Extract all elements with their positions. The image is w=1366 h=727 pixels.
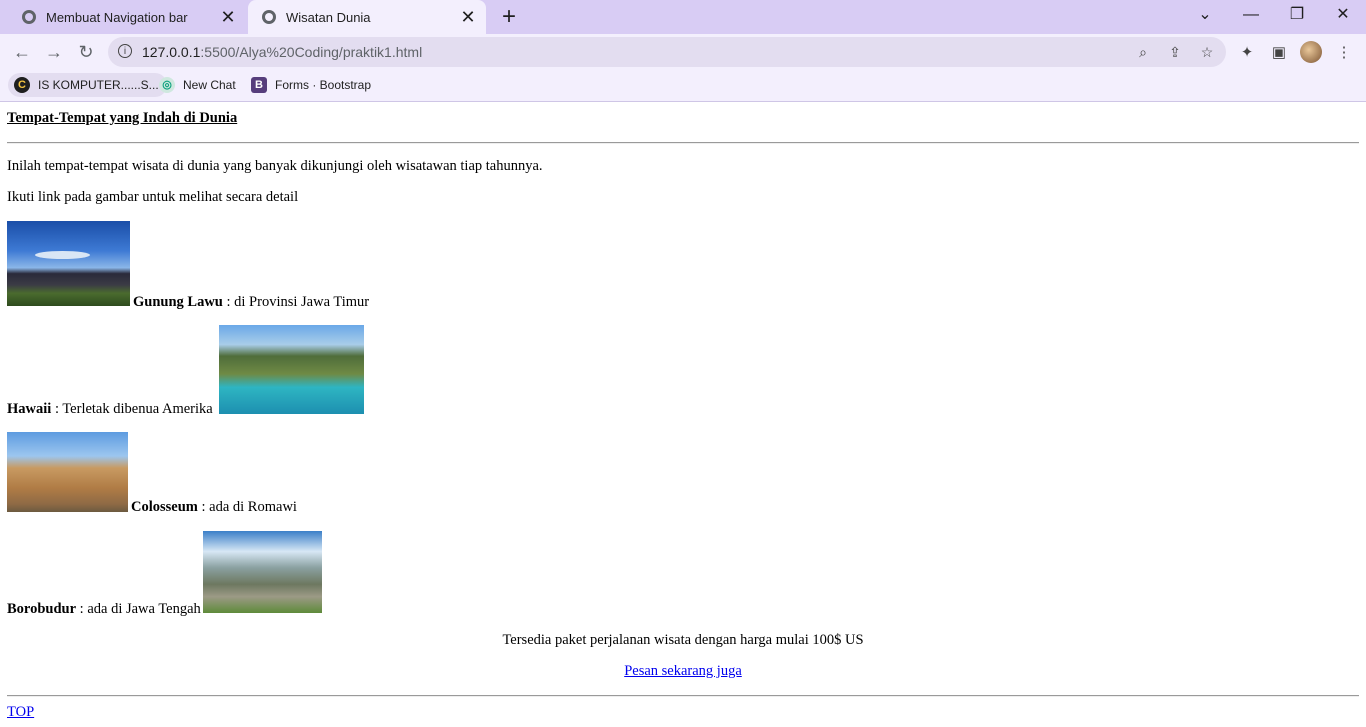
close-icon[interactable]: ✕ (216, 7, 240, 28)
toolbar: ← → ↻ i 127.0.0.1:5500/Alya%20Coding/pra… (0, 34, 1366, 70)
chatgpt-icon: ◎ (159, 77, 175, 93)
instruction-text: Ikuti link pada gambar untuk melihat sec… (7, 189, 299, 205)
place-name: Colosseum (131, 499, 198, 515)
mountain-photo[interactable] (7, 221, 130, 306)
place-caption-hawaii: Hawaii : Terletak dibenua Amerika (7, 401, 213, 418)
reload-icon[interactable]: ↻ (73, 39, 99, 65)
tab-title: Membuat Navigation bar (46, 9, 188, 25)
borobudur-photo[interactable] (203, 531, 322, 613)
url-path: :5500/Alya%20Coding/praktik1.html (200, 44, 423, 60)
place-name: Borobudur (7, 601, 77, 617)
globe-icon (22, 10, 36, 24)
url-text[interactable]: 127.0.0.1:5500/Alya%20Coding/praktik1.ht… (142, 44, 422, 60)
site-info-icon[interactable]: i (118, 44, 132, 58)
browser-chrome: Membuat Navigation bar ✕ Wisatan Dunia ✕… (0, 0, 1366, 102)
tab-title: Wisatan Dunia (286, 9, 371, 25)
zoom-icon[interactable]: ⌕ (1134, 43, 1152, 61)
side-panel-icon[interactable]: ▣ (1269, 43, 1289, 63)
place-caption-borobudur: Borobudur : ada di Jawa Tengah (7, 601, 201, 618)
place-desc: : Terletak dibenua Amerika (51, 401, 213, 417)
bookmark-is-komputer[interactable]: C IS KOMPUTER......S... (8, 73, 167, 97)
intro-text: Inilah tempat-tempat wisata di dunia yan… (7, 158, 543, 174)
window-close-button[interactable]: ✕ (1320, 0, 1366, 30)
bookmark-label: IS KOMPUTER......S... (38, 78, 159, 92)
place-desc: : ada di Jawa Tengah (76, 601, 201, 617)
place-name: Hawaii (7, 401, 52, 417)
minimize-button[interactable]: — (1228, 0, 1274, 30)
forward-arrow-icon[interactable]: → (41, 39, 67, 65)
page-content: Tempat-Tempat yang Indah di Dunia Inilah… (0, 102, 1366, 727)
bookmark-label: New Chat (183, 78, 236, 92)
bookmark-forms-bootstrap[interactable]: B Forms · Bootstrap (251, 73, 371, 97)
top-link[interactable]: TOP (7, 704, 34, 721)
globe-icon (262, 10, 276, 24)
place-desc: : di Provinsi Jawa Timur (222, 294, 370, 310)
address-bar[interactable]: i 127.0.0.1:5500/Alya%20Coding/praktik1.… (108, 37, 1226, 67)
page-title: Tempat-Tempat yang Indah di Dunia (7, 110, 238, 126)
divider (7, 695, 1359, 697)
url-host: 127.0.0.1 (142, 44, 201, 60)
new-tab-button[interactable]: + (496, 4, 522, 30)
back-arrow-icon[interactable]: ← (9, 39, 35, 65)
site-logo-icon: C (14, 77, 30, 93)
place-desc: : ada di Romawi (197, 499, 297, 515)
restore-button[interactable]: ❐ (1274, 0, 1320, 30)
share-icon[interactable]: ⇪ (1166, 43, 1184, 61)
offer-text: Tersedia paket perjalanan wisata dengan … (502, 632, 864, 648)
divider (7, 142, 1359, 144)
bookmark-new-chat[interactable]: ◎ New Chat (159, 73, 236, 97)
bootstrap-icon: B (251, 77, 267, 93)
close-icon[interactable]: ✕ (456, 7, 480, 28)
hawaii-coast-photo[interactable] (219, 325, 364, 414)
order-paragraph: Pesan sekarang juga (0, 663, 1366, 680)
colosseum-photo[interactable] (7, 432, 128, 512)
tab-wisatan-dunia[interactable]: Wisatan Dunia ✕ (248, 0, 486, 34)
bookmark-label: Forms · Bootstrap (275, 78, 372, 92)
tab-membuat-navigation-bar[interactable]: Membuat Navigation bar ✕ (8, 0, 246, 34)
tab-strip: Membuat Navigation bar ✕ Wisatan Dunia ✕… (0, 0, 1366, 34)
profile-avatar[interactable] (1300, 41, 1322, 63)
star-icon[interactable]: ☆ (1198, 43, 1216, 61)
place-name: Gunung Lawu (133, 294, 223, 310)
tab-search-chevron-icon[interactable]: ⌄ (1182, 0, 1228, 30)
more-menu-icon[interactable]: ⋮ (1334, 43, 1354, 63)
bookmarks-bar: C IS KOMPUTER......S... ◎ New Chat B For… (0, 70, 1366, 102)
extensions-puzzle-icon[interactable]: ✦ (1237, 43, 1257, 63)
place-caption-gunung-lawu: Gunung Lawu : di Provinsi Jawa Timur (133, 294, 369, 311)
place-caption-colosseum: Colosseum : ada di Romawi (131, 499, 297, 516)
order-link[interactable]: Pesan sekarang juga (624, 663, 742, 679)
